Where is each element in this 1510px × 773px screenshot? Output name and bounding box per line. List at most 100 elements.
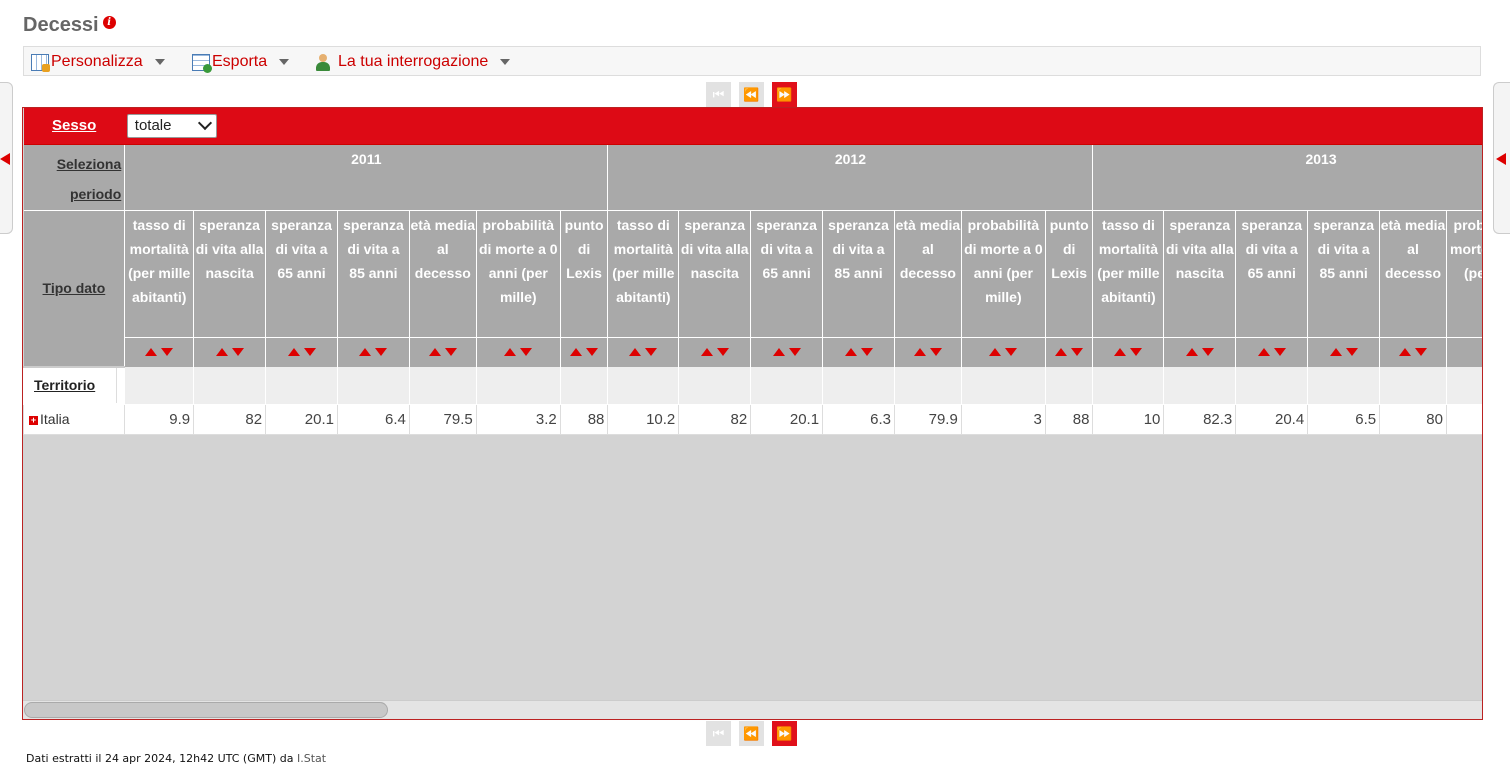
sesso-row: Sesso totale: [23, 108, 1482, 145]
sort-descending-icon[interactable]: [1415, 348, 1428, 357]
sort-descending-icon[interactable]: [788, 348, 801, 357]
sort-descending-icon[interactable]: [586, 348, 599, 357]
sort-descending-icon[interactable]: [1130, 348, 1143, 357]
sort-ascending-icon[interactable]: [215, 348, 228, 357]
sort-descending-icon[interactable]: [860, 348, 873, 357]
table-cell: 3.2: [475, 404, 561, 435]
sort-ascending-icon[interactable]: [1399, 348, 1412, 357]
sort-ascending-icon[interactable]: [700, 348, 713, 357]
sort-ascending-icon[interactable]: [844, 348, 857, 357]
table-cell: [1445, 404, 1482, 435]
sort-ascending-icon[interactable]: [1055, 348, 1068, 357]
type-header: tasso di mortalità (per mille abitanti): [607, 210, 679, 338]
territory-empty-cell: [475, 367, 561, 405]
sort-descending-icon[interactable]: [375, 348, 388, 357]
sort-ascending-icon[interactable]: [359, 348, 372, 357]
sort-descending-icon[interactable]: [1273, 348, 1286, 357]
sort-ascending-icon[interactable]: [629, 348, 642, 357]
first-page-icon: ⏮: [712, 86, 725, 102]
next-page-button[interactable]: ⏩: [772, 721, 797, 746]
table-cell: 20.1: [750, 404, 823, 435]
next-page-button[interactable]: ⏩: [772, 82, 797, 107]
sort-descending-icon[interactable]: [303, 348, 316, 357]
sort-ascending-icon[interactable]: [1114, 348, 1127, 357]
customize-menu[interactable]: Personalizza: [31, 53, 165, 72]
type-header: età media al decesso: [1379, 210, 1447, 338]
territory-empty-cell: [822, 367, 895, 405]
row-label-italia[interactable]: + Italia: [23, 404, 125, 435]
type-header: tasso di mortalità (per mille abitanti): [1092, 210, 1164, 338]
sort-controls: [893, 337, 962, 367]
type-header: speranza di vita a 85 anni: [822, 210, 895, 338]
scrollbar-thumb[interactable]: [24, 702, 388, 718]
source-link[interactable]: I.Stat: [297, 752, 326, 765]
sort-ascending-icon[interactable]: [1185, 348, 1198, 357]
sort-descending-icon[interactable]: [161, 348, 174, 357]
sort-descending-icon[interactable]: [1071, 348, 1084, 357]
sort-ascending-icon[interactable]: [1257, 348, 1270, 357]
first-page-button[interactable]: ⏮: [706, 82, 731, 107]
sort-descending-icon[interactable]: [444, 348, 457, 357]
year-header: 2013: [1092, 144, 1482, 211]
sort-controls: [678, 337, 751, 367]
prev-page-button[interactable]: ⏪: [739, 721, 764, 746]
prev-page-button[interactable]: ⏪: [739, 82, 764, 107]
sort-ascending-icon[interactable]: [428, 348, 441, 357]
table-cell: 20.1: [265, 404, 338, 435]
territory-empty-cell: [1235, 367, 1308, 405]
expand-right-icon[interactable]: [1496, 153, 1506, 165]
sort-ascending-icon[interactable]: [145, 348, 158, 357]
territory-empty-cell: [193, 367, 266, 405]
table-cell: 3: [960, 404, 1046, 435]
customize-icon: [31, 53, 50, 72]
type-header: probabilità di morte a 0 anni (per mille…: [960, 210, 1046, 338]
select-period-link[interactable]: Seleziona periodo: [23, 144, 125, 211]
sesso-select-value: totale: [134, 117, 172, 135]
sort-ascending-icon[interactable]: [504, 348, 517, 357]
sort-descending-icon[interactable]: [520, 348, 533, 357]
sesso-select[interactable]: totale: [126, 113, 217, 138]
sort-controls: [475, 337, 561, 367]
export-menu[interactable]: Esporta: [192, 53, 290, 73]
info-icon[interactable]: i: [102, 16, 116, 29]
sort-controls: [193, 337, 266, 367]
sort-descending-icon[interactable]: [929, 348, 942, 357]
horizontal-scrollbar[interactable]: [23, 700, 1482, 719]
sort-ascending-icon[interactable]: [989, 348, 1002, 357]
territory-empty-cell: [265, 367, 338, 405]
sort-descending-icon[interactable]: [1201, 348, 1214, 357]
query-label: La tua interrogazione: [338, 53, 489, 70]
territory-empty-cell: [607, 367, 679, 405]
sort-descending-icon[interactable]: [645, 348, 658, 357]
year-header: 2011: [124, 144, 608, 211]
year-header: 2012: [607, 144, 1093, 211]
type-header: speranza di vita alla nascita: [193, 210, 266, 338]
query-menu[interactable]: La tua interrogazione: [316, 53, 511, 71]
table-cell: 82: [193, 404, 266, 435]
sort-ascending-icon[interactable]: [772, 348, 785, 357]
data-type-link[interactable]: Tipo dato: [23, 210, 125, 368]
sort-controls: [1044, 337, 1093, 367]
type-header: speranza di vita alla nascita: [678, 210, 751, 338]
table-cell: 88: [559, 404, 608, 435]
user-icon: [316, 53, 330, 71]
first-page-button[interactable]: ⏮: [706, 721, 731, 746]
collapse-left-icon[interactable]: [0, 153, 10, 165]
sort-ascending-icon[interactable]: [1329, 348, 1342, 357]
territory-link[interactable]: Territorio: [25, 369, 117, 403]
sesso-label[interactable]: Sesso: [23, 108, 125, 145]
expand-plus-icon[interactable]: +: [29, 415, 38, 425]
sort-controls: [559, 337, 608, 367]
sort-controls: [124, 337, 194, 367]
pager-bottom: ⏮ ⏪ ⏩: [706, 721, 797, 746]
sort-descending-icon[interactable]: [716, 348, 729, 357]
table-cell: 9.9: [124, 404, 194, 435]
type-header: punto di Lexis: [559, 210, 608, 338]
sort-ascending-icon[interactable]: [287, 348, 300, 357]
territory-empty-cell: [750, 367, 823, 405]
sort-ascending-icon[interactable]: [570, 348, 583, 357]
sort-descending-icon[interactable]: [1345, 348, 1358, 357]
sort-ascending-icon[interactable]: [913, 348, 926, 357]
sort-descending-icon[interactable]: [231, 348, 244, 357]
sort-descending-icon[interactable]: [1005, 348, 1018, 357]
